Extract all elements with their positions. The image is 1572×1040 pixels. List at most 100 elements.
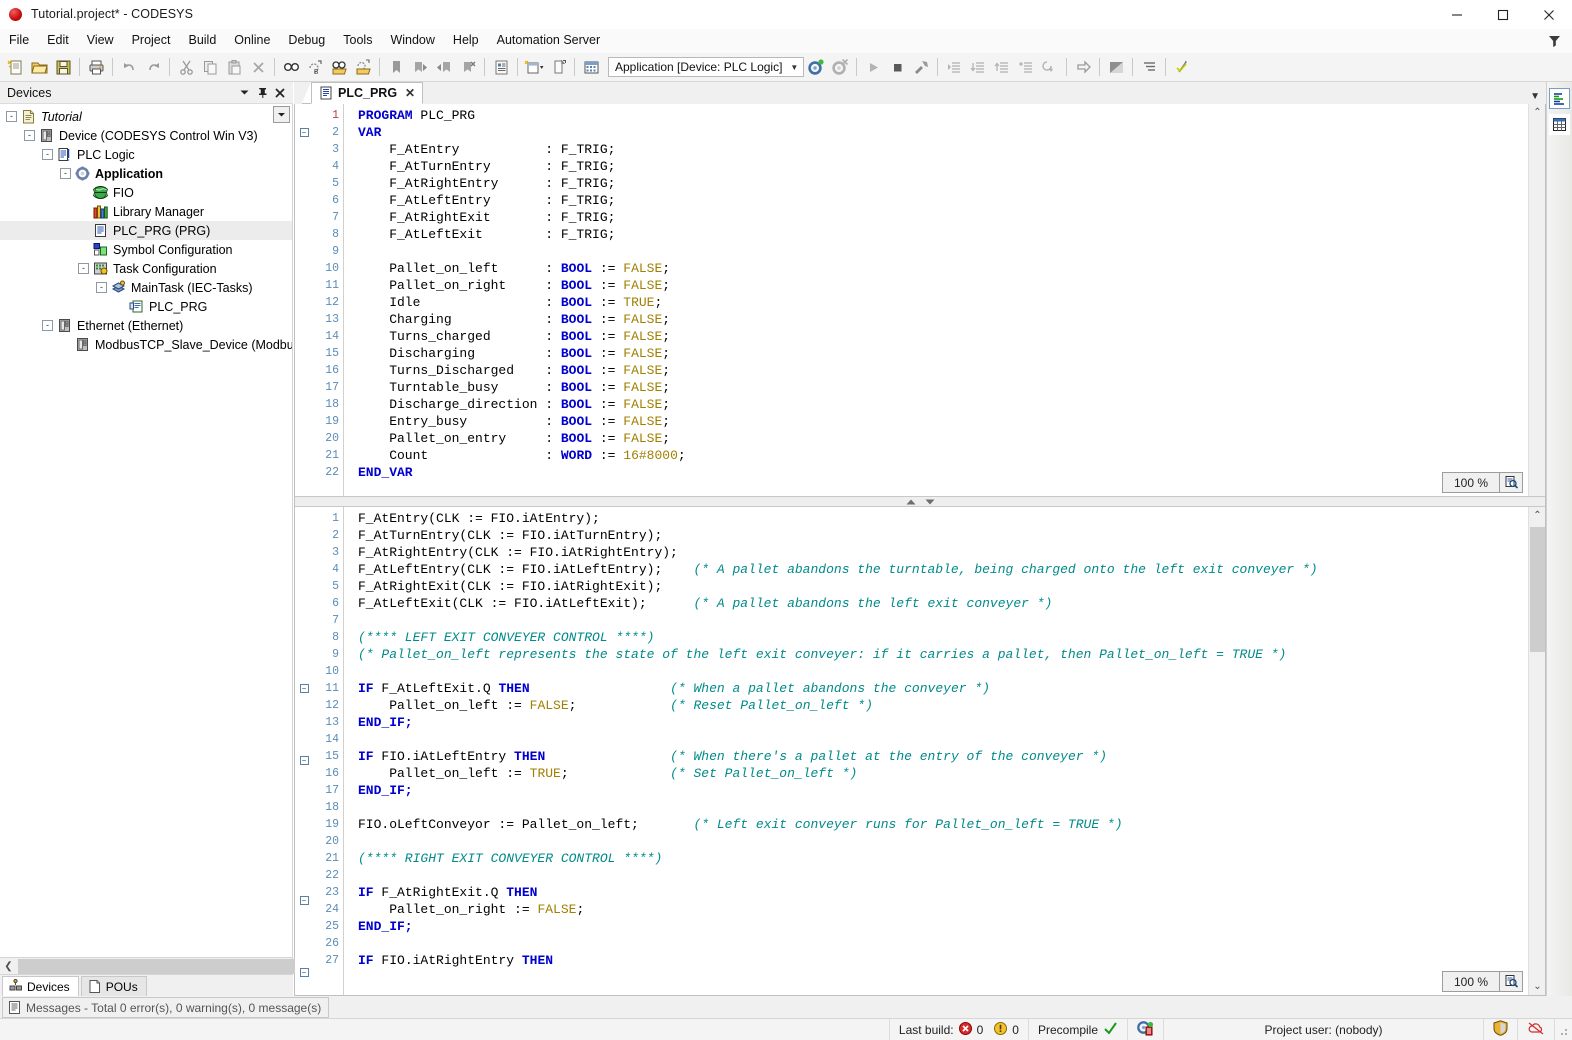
- impl-code-line[interactable]: IF FIO.iAtLeftEntry THEN (* When there's…: [358, 748, 1528, 765]
- impl-code-line[interactable]: IF F_AtRightExit.Q THEN: [358, 884, 1528, 901]
- tree-item-fio[interactable]: FIO: [0, 183, 292, 202]
- tree-item-plc-prg-prg[interactable]: PLC_PRG (PRG): [0, 221, 292, 240]
- impl-fold-cell[interactable]: −: [295, 756, 313, 773]
- impl-code-line[interactable]: END_IF;: [358, 918, 1528, 935]
- declaration-code[interactable]: PROGRAM PLC_PRG VAR F_AtEntry : F_TRIG; F…: [344, 104, 1528, 496]
- toggle-breakpoint-icon[interactable]: [1104, 55, 1128, 79]
- fold-collapse-icon[interactable]: −: [299, 128, 309, 137]
- next-bookmark-icon[interactable]: [408, 55, 432, 79]
- pin-icon[interactable]: [253, 84, 271, 102]
- write-values-icon[interactable]: [1137, 55, 1161, 79]
- menu-project[interactable]: Project: [123, 30, 180, 51]
- impl-code-line[interactable]: Pallet_on_right := FALSE;: [358, 901, 1528, 918]
- table-view-icon[interactable]: [1549, 114, 1570, 135]
- application-selector[interactable]: Application [Device: PLC Logic] ▼: [608, 57, 805, 77]
- impl-code-line[interactable]: F_AtRightEntry(CLK := FIO.iAtRightEntry)…: [358, 544, 1528, 561]
- decl-code-line[interactable]: F_AtTurnEntry : F_TRIG;: [358, 158, 1528, 175]
- tree-item-application[interactable]: - Application: [0, 164, 292, 183]
- impl-code-line[interactable]: IF F_AtLeftExit.Q THEN (* When a pallet …: [358, 680, 1528, 697]
- decl-code-line[interactable]: F_AtLeftExit : F_TRIG;: [358, 226, 1528, 243]
- implementation-code[interactable]: F_AtEntry(CLK := FIO.iAtEntry); F_AtTurnE…: [344, 507, 1528, 995]
- decl-code-line[interactable]: PROGRAM PLC_PRG: [358, 107, 1528, 124]
- impl-code-line[interactable]: IF FIO.iAtRightEntry THEN: [358, 952, 1528, 969]
- tree-item-plc-prg[interactable]: PLC_PRG: [0, 297, 292, 316]
- add-folder-icon[interactable]: [546, 55, 570, 79]
- add-object-icon[interactable]: [522, 55, 546, 79]
- edit-object-icon[interactable]: [579, 55, 603, 79]
- decl-code-line[interactable]: Entry_busy : BOOL := FALSE;: [358, 413, 1528, 430]
- decl-code-line[interactable]: Idle : BOOL := TRUE;: [358, 294, 1528, 311]
- implementation-editor[interactable]: − − − − 1 2 3 4 5 6 7 8 9 10 11 12 13 14 15 16 17 18 19 20 21 22…: [295, 507, 1545, 995]
- implementation-zoom-control[interactable]: 100 %: [1442, 971, 1523, 992]
- logout-icon[interactable]: [828, 55, 852, 79]
- decl-code-line[interactable]: Pallet_on_right : BOOL := FALSE;: [358, 277, 1528, 294]
- impl-fold-cell[interactable]: −: [295, 684, 313, 701]
- cut-icon[interactable]: [174, 55, 198, 79]
- device-tree[interactable]: - Tutorial - Device (CODESYS Control Win V3…: [0, 104, 293, 958]
- declaration-zoom-control[interactable]: 100 %: [1442, 472, 1523, 493]
- tree-item-device-codesys-control-win-v3[interactable]: - Device (CODESYS Control Win V3): [0, 126, 292, 145]
- minimize-icon[interactable]: [1434, 0, 1480, 29]
- tree-expander[interactable]: -: [6, 111, 17, 122]
- save-project-icon[interactable]: [51, 55, 75, 79]
- close-panel-icon[interactable]: [271, 84, 289, 102]
- maximize-icon[interactable]: [1480, 0, 1526, 29]
- redo-icon[interactable]: [141, 55, 165, 79]
- menu-file[interactable]: File: [0, 30, 38, 51]
- impl-code-line[interactable]: F_AtEntry(CLK := FIO.iAtEntry);: [358, 510, 1528, 527]
- implementation-vscrollbar[interactable]: ⌃ ⌄: [1528, 507, 1545, 995]
- impl-code-line[interactable]: (**** RIGHT EXIT CONVEYER CONTROL ****): [358, 850, 1528, 867]
- decl-code-line[interactable]: Pallet_on_left : BOOL := FALSE;: [358, 260, 1528, 277]
- zoom-tool-icon[interactable]: [1499, 473, 1522, 492]
- close-tab-icon[interactable]: ✕: [405, 86, 415, 100]
- set-next-statement-icon[interactable]: [1038, 55, 1062, 79]
- zoom-tool-icon[interactable]: [1499, 972, 1522, 991]
- declaration-vscrollbar[interactable]: ⌃: [1528, 104, 1545, 496]
- decl-code-line[interactable]: F_AtRightExit : F_TRIG;: [358, 209, 1528, 226]
- close-icon[interactable]: [1526, 0, 1572, 29]
- decl-code-line[interactable]: Turntable_busy : BOOL := FALSE;: [358, 379, 1528, 396]
- tree-item-modbustcp-slave-device-modbustcp[interactable]: ModbusTCP_Slave_Device (ModbusTCP: [0, 335, 292, 354]
- stop-icon[interactable]: [885, 55, 909, 79]
- decl-code-line[interactable]: Charging : BOOL := FALSE;: [358, 311, 1528, 328]
- impl-code-line[interactable]: [358, 612, 1528, 629]
- decl-fold-cell[interactable]: −: [295, 128, 313, 145]
- impl-code-line[interactable]: Pallet_on_left := TRUE; (* Set Pallet_on…: [358, 765, 1528, 782]
- decl-code-line[interactable]: Turns_Discharged : BOOL := FALSE;: [358, 362, 1528, 379]
- scroll-up-icon[interactable]: ⌃: [1529, 507, 1545, 524]
- scroll-down-icon[interactable]: ⌄: [1529, 978, 1545, 995]
- impl-code-line[interactable]: F_AtTurnEntry(CLK := FIO.iAtTurnEntry);: [358, 527, 1528, 544]
- fold-collapse-icon[interactable]: −: [299, 968, 309, 977]
- impl-code-line[interactable]: END_IF;: [358, 782, 1528, 799]
- declaration-view-icon[interactable]: [1549, 88, 1570, 109]
- step-into-icon[interactable]: [966, 55, 990, 79]
- undo-icon[interactable]: [117, 55, 141, 79]
- tree-item-maintask-iec-tasks[interactable]: - MainTask (IEC-Tasks): [0, 278, 292, 297]
- menu-view[interactable]: View: [78, 30, 123, 51]
- impl-code-line[interactable]: F_AtLeftExit(CLK := FIO.iAtLeftExit); (*…: [358, 595, 1528, 612]
- tree-expander[interactable]: -: [96, 282, 107, 293]
- clear-bookmarks-icon[interactable]: [456, 55, 480, 79]
- decl-code-line[interactable]: Pallet_on_entry : BOOL := FALSE;: [358, 430, 1528, 447]
- replace-in-project-icon[interactable]: [351, 55, 375, 79]
- build-icon[interactable]: [909, 55, 933, 79]
- menu-help[interactable]: Help: [444, 30, 488, 51]
- tree-expander[interactable]: -: [78, 263, 89, 274]
- impl-code-line[interactable]: Pallet_on_left := FALSE; (* Reset Pallet…: [358, 697, 1528, 714]
- chevron-down-icon[interactable]: ▼: [790, 63, 798, 72]
- impl-fold-cell[interactable]: −: [295, 896, 313, 913]
- impl-code-line[interactable]: [358, 935, 1528, 952]
- find-in-project-icon[interactable]: [327, 55, 351, 79]
- copy-icon[interactable]: [198, 55, 222, 79]
- impl-code-line[interactable]: [358, 867, 1528, 884]
- menu-window[interactable]: Window: [381, 30, 443, 51]
- impl-code-line[interactable]: END_IF;: [358, 714, 1528, 731]
- impl-code-line[interactable]: F_AtLeftEntry(CLK := FIO.iAtLeftEntry); …: [358, 561, 1528, 578]
- tree-item-task-configuration[interactable]: - Task Configuration: [0, 259, 292, 278]
- impl-code-line[interactable]: FIO.oLeftConveyor := Pallet_on_left; (* …: [358, 816, 1528, 833]
- decl-code-line[interactable]: Turns_charged : BOOL := FALSE;: [358, 328, 1528, 345]
- decl-code-line[interactable]: [358, 243, 1528, 260]
- run-to-cursor-icon[interactable]: [1014, 55, 1038, 79]
- menu-edit[interactable]: Edit: [38, 30, 78, 51]
- editor-splitter[interactable]: [295, 496, 1545, 507]
